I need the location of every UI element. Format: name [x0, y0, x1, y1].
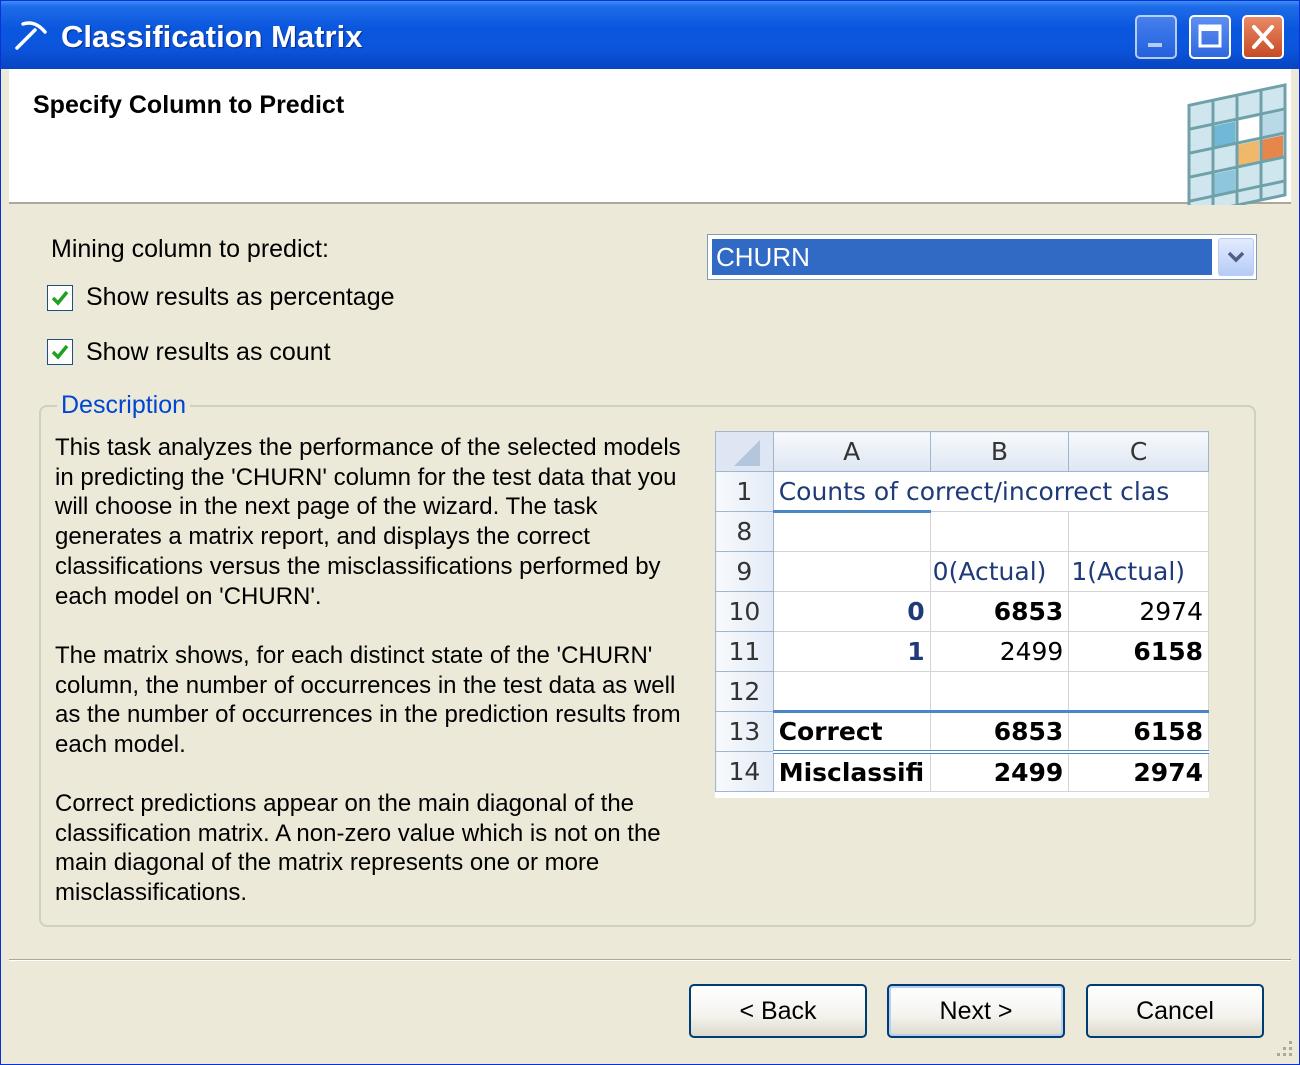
row-number: 11: [715, 631, 774, 672]
cell: 1(Actual): [1068, 551, 1209, 592]
cell: Correct: [772, 710, 931, 752]
row-number: 1: [715, 471, 774, 512]
cancel-button[interactable]: Cancel: [1086, 984, 1264, 1038]
checkmark-icon: [51, 290, 69, 306]
description-paragraph-3: Correct predictions appear on the main d…: [55, 790, 661, 907]
cell: [772, 510, 931, 552]
maximize-icon: [1198, 24, 1222, 48]
cell: [772, 671, 931, 712]
cell: 0(Actual): [929, 551, 1070, 592]
row-number: 12: [715, 671, 774, 712]
cell: 2974: [1068, 591, 1209, 632]
window-title: Classification Matrix: [61, 19, 363, 54]
cell: [772, 551, 931, 592]
matrix-grid-icon: [1187, 83, 1287, 205]
cell: 6158: [1068, 710, 1209, 752]
spreadsheet-preview: A B C 1 Counts of correct/incorrect clas…: [715, 431, 1209, 798]
table-row: 10 0 6853 2974: [715, 591, 1209, 632]
cell: [929, 511, 1070, 552]
table-row: 1 Counts of correct/incorrect clas: [715, 471, 1209, 512]
chevron-down-icon: [1227, 251, 1245, 263]
minimize-button[interactable]: [1135, 15, 1177, 59]
cell: [1068, 671, 1209, 712]
cell: 6158: [1068, 631, 1209, 672]
back-button[interactable]: < Back: [689, 984, 867, 1038]
cell: 6853: [929, 591, 1070, 632]
description-legend: Description: [57, 391, 191, 420]
table-row: 13 Correct 6853 6158: [715, 710, 1209, 752]
table-row: 14 Misclassifi 2499 2974: [715, 749, 1209, 792]
cell: 2499: [929, 631, 1070, 672]
column-header: C: [1068, 431, 1209, 472]
minimize-icon: [1148, 43, 1162, 47]
show-percentage-checkbox[interactable]: [47, 285, 73, 311]
row-number: 14: [715, 751, 774, 792]
footer-divider: [9, 959, 1291, 961]
cell: 1: [772, 631, 931, 672]
sheet-title-cell: Counts of correct/incorrect clas: [772, 471, 1209, 512]
page-title: Specify Column to Predict: [33, 91, 345, 119]
row-number: 10: [715, 591, 774, 632]
next-button[interactable]: Next >: [887, 984, 1065, 1038]
title-bar[interactable]: Classification Matrix: [1, 1, 1299, 69]
mining-column-label: Mining column to predict:: [51, 235, 329, 263]
table-row: 12: [715, 671, 1209, 712]
column-header: A: [772, 431, 931, 472]
cell: [1068, 511, 1209, 552]
show-percentage-label[interactable]: Show results as percentage: [86, 283, 395, 312]
show-count-checkbox[interactable]: [47, 339, 73, 365]
dropdown-button[interactable]: [1218, 238, 1254, 276]
cell: 0: [772, 591, 931, 632]
cell: [929, 671, 1070, 712]
matrix-table: A B C 1 Counts of correct/incorrect clas…: [715, 431, 1209, 792]
resize-grip-icon[interactable]: [1269, 1033, 1295, 1059]
mining-column-select[interactable]: CHURN: [707, 234, 1257, 280]
show-count-label[interactable]: Show results as count: [86, 338, 331, 367]
table-row: 8: [715, 510, 1209, 552]
cell: 2499: [929, 749, 1070, 792]
close-button[interactable]: [1242, 15, 1284, 59]
maximize-button[interactable]: [1189, 15, 1231, 59]
column-header: B: [929, 431, 1070, 472]
table-row: 11 1 2499 6158: [715, 631, 1209, 672]
row-number: 9: [715, 551, 774, 592]
description-paragraph-1: This task analyzes the performance of th…: [55, 434, 681, 610]
row-number: 8: [715, 511, 774, 552]
description-paragraph-2: The matrix shows, for each distinct stat…: [55, 642, 681, 759]
close-icon: [1252, 25, 1274, 49]
select-all-corner: [715, 431, 774, 472]
pickaxe-icon: [15, 21, 47, 50]
cell: 2974: [1068, 749, 1209, 792]
corner-triangle-icon: [734, 440, 760, 466]
cell: Misclassifi: [772, 749, 931, 792]
wizard-header: Specify Column to Predict: [9, 69, 1291, 205]
column-header-row: A B C: [715, 431, 1209, 472]
cell: 6853: [929, 710, 1070, 752]
mining-column-value[interactable]: CHURN: [712, 239, 1212, 275]
dialog-window: Classification Matrix Specify Column to …: [0, 0, 1300, 1065]
table-row: 9 0(Actual) 1(Actual): [715, 551, 1209, 592]
checkmark-icon: [51, 344, 69, 360]
row-number: 13: [715, 711, 774, 752]
